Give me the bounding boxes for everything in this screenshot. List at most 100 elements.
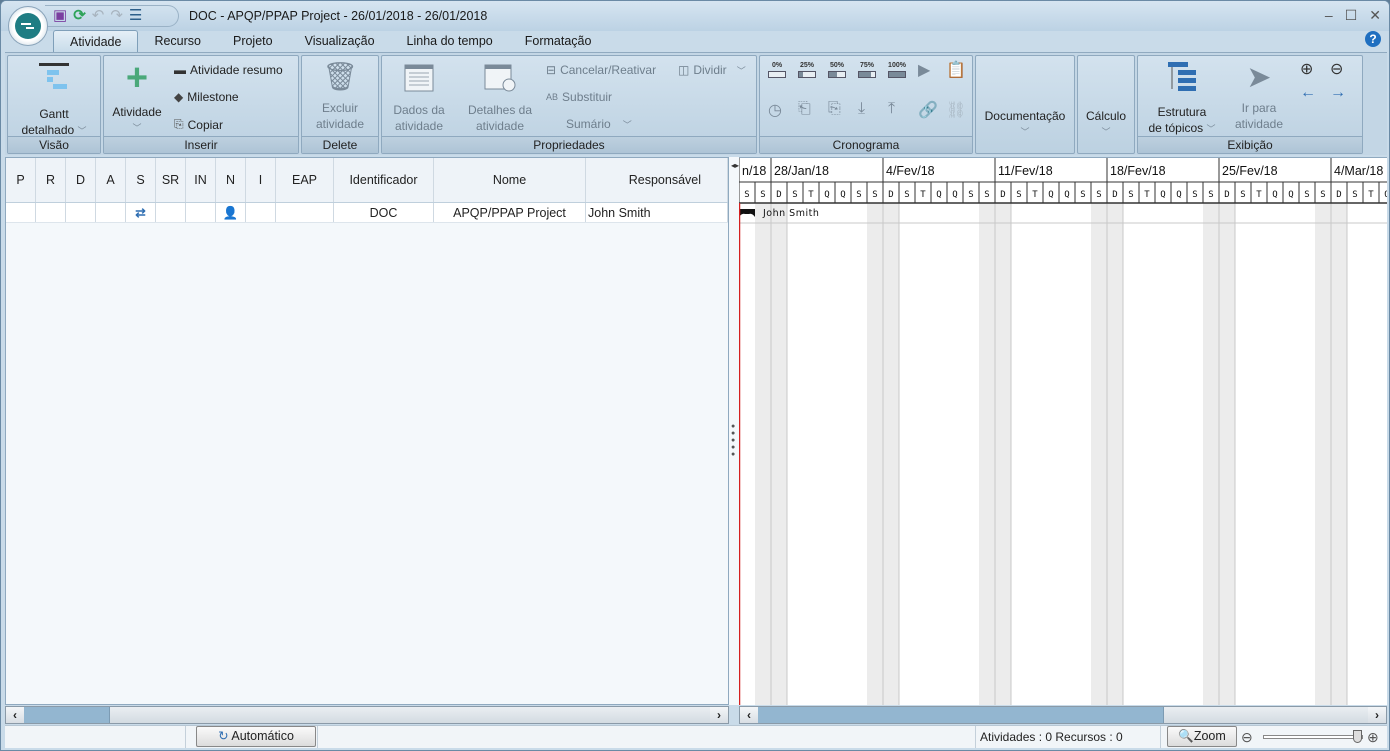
dados-atividade-button[interactable]: Dados da atividade [382, 64, 456, 134]
cell-eap[interactable] [276, 203, 334, 222]
column-header-in[interactable]: IN [186, 158, 216, 202]
tab-visualizacao[interactable]: Visualização [289, 30, 391, 52]
progress-25-button[interactable]: 25% [798, 62, 816, 78]
documentacao-button[interactable]: Documentação ﹀ [976, 108, 1074, 140]
splitter-handle[interactable]: ◂▸ ● ● ● ● ● [729, 157, 739, 705]
cell-sr[interactable] [156, 203, 186, 222]
cell-r[interactable] [36, 203, 66, 222]
group-calculo[interactable]: Cálculo ﹀ [1077, 55, 1135, 154]
group-documentacao[interactable]: Documentação ﹀ [975, 55, 1075, 154]
cell-nome[interactable]: APQP/PPAP Project [434, 203, 586, 222]
link-icon[interactable]: 🔗 [918, 100, 938, 120]
cell-p[interactable] [6, 203, 36, 222]
cell-n[interactable]: 👤 [216, 203, 246, 222]
column-header-a[interactable]: A [96, 158, 126, 202]
scroll-right-button[interactable]: › [1368, 707, 1386, 723]
estrutura-topicos-button[interactable]: Estrutura de tópicos ﹀ [1140, 60, 1224, 137]
zoom-minus-icon[interactable]: ⊖ [1241, 729, 1253, 746]
week-label: 25/Fev/18 [1222, 164, 1278, 178]
save-icon[interactable]: ▣ [53, 8, 67, 24]
zoom-button[interactable]: 🔍Zoom [1167, 726, 1237, 747]
scroll-left-button[interactable]: ‹ [6, 707, 24, 723]
cell-in[interactable] [186, 203, 216, 222]
minimize-button[interactable]: – [1325, 7, 1333, 24]
progress-0-button[interactable]: 0% [768, 62, 786, 78]
scroll-thumb[interactable] [24, 707, 110, 723]
copiar-button[interactable]: ⎘ Copiar [174, 117, 223, 132]
column-header-p[interactable]: P [6, 158, 36, 202]
close-button[interactable]: ✕ [1369, 7, 1381, 24]
clipboard-icon[interactable]: 📋 [946, 60, 966, 80]
cell-identificador[interactable]: DOC [334, 203, 434, 222]
cell-d[interactable] [66, 203, 96, 222]
add-atividade-button[interactable]: + Atividade ﹀ [106, 57, 168, 136]
calculo-button[interactable]: Cálculo ﹀ [1078, 108, 1134, 140]
redo-icon[interactable]: ↷ [110, 8, 123, 24]
cell-s[interactable]: ⇄ [126, 203, 156, 222]
column-header-sr[interactable]: SR [156, 158, 186, 202]
gantt-scrollbar[interactable]: ‹ › [739, 706, 1387, 724]
column-header-s[interactable]: S [126, 158, 156, 202]
move-down-icon[interactable]: ⤓ [858, 100, 865, 118]
cell-responsavel[interactable]: John Smith [586, 203, 728, 222]
tab-atividade[interactable]: Atividade [53, 30, 139, 52]
move-left-icon[interactable]: ⎗ [798, 100, 811, 118]
cell-i[interactable] [246, 203, 276, 222]
column-header-n[interactable]: N [216, 158, 246, 202]
cell-a[interactable] [96, 203, 126, 222]
ir-para-atividade-button[interactable]: ➤ Ir para atividade [1226, 60, 1292, 132]
move-up-icon[interactable]: ⤒ [888, 100, 895, 118]
chevron-down-icon: ﹀ [77, 126, 87, 136]
table-row[interactable]: ⇄ 👤 DOC APQP/PPAP Project John Smith [6, 203, 728, 223]
plus-icon: + [125, 57, 149, 99]
scroll-right-button[interactable]: › [710, 707, 728, 723]
column-header-responsavel[interactable]: Responsável [586, 158, 728, 202]
maximize-button[interactable]: ☐ [1345, 7, 1358, 24]
column-header-eap[interactable]: EAP [276, 158, 334, 202]
zoom-plus-icon[interactable]: ⊕ [1367, 729, 1379, 746]
progress-50-button[interactable]: 50% [828, 62, 846, 78]
app-menu-button[interactable] [8, 6, 48, 46]
substituir-button[interactable]: AB Substituir [546, 90, 612, 104]
grid-scrollbar[interactable]: ‹ › [5, 706, 729, 724]
dividir-button[interactable]: ◫ Dividir ﹀ [678, 63, 746, 77]
arrow-left-icon[interactable]: ← [1300, 84, 1316, 102]
column-header-d[interactable]: D [66, 158, 96, 202]
help-icon[interactable]: ? [1365, 31, 1381, 47]
column-header-i[interactable]: I [246, 158, 276, 202]
grip-icon[interactable]: ● ● ● ● ● [731, 423, 736, 458]
day-label: D [1000, 190, 1005, 200]
sumario-button[interactable]: Sumário ﹀ [566, 117, 632, 131]
scroll-thumb[interactable] [758, 707, 1164, 723]
cancelar-reativar-button[interactable]: ⊟ Cancelar/Reativar [546, 63, 656, 77]
collapse-arrows-icon[interactable]: ◂▸ [731, 161, 739, 170]
zoom-slider-thumb[interactable] [1353, 730, 1362, 743]
progress-100-button[interactable]: 100% [888, 62, 906, 78]
excluir-atividade-button[interactable]: 🗑 Excluir atividade [302, 60, 378, 132]
undo-icon[interactable]: ↶ [92, 8, 105, 24]
unlink-icon[interactable]: ⛓ [946, 100, 966, 120]
play-icon[interactable]: ▶ [918, 60, 930, 80]
move-right-icon[interactable]: ⎘ [828, 100, 841, 118]
zoom-out-icon[interactable]: ⊖ [1330, 59, 1343, 79]
refresh-icon[interactable]: ⟳ [73, 8, 86, 24]
gantt-detalhado-button[interactable]: Gantt detalhado ﹀ [8, 60, 100, 139]
zoom-slider[interactable] [1263, 730, 1363, 743]
column-header-nome[interactable]: Nome [434, 158, 586, 202]
detalhes-atividade-button[interactable]: Detalhes da atividade [460, 64, 540, 134]
milestone-button[interactable]: ◆ Milestone [174, 90, 239, 104]
progress-75-button[interactable]: 75% [858, 62, 876, 78]
tab-recurso[interactable]: Recurso [138, 30, 217, 52]
tab-projeto[interactable]: Projeto [217, 30, 289, 52]
tab-formatacao[interactable]: Formatação [509, 30, 608, 52]
zoom-in-icon[interactable]: ⊕ [1300, 59, 1313, 79]
column-header-r[interactable]: R [36, 158, 66, 202]
column-header-identificador[interactable]: Identificador [334, 158, 434, 202]
arrow-right-icon[interactable]: → [1330, 84, 1346, 102]
scroll-left-button[interactable]: ‹ [740, 707, 758, 723]
clock-icon[interactable]: ◷ [768, 100, 782, 120]
calc-mode-button[interactable]: ↻ Automático [196, 726, 316, 747]
atividade-resumo-button[interactable]: ▬ Atividade resumo [174, 63, 283, 77]
list-icon[interactable]: ☰ [129, 8, 142, 24]
tab-linha-do-tempo[interactable]: Linha do tempo [391, 30, 509, 52]
